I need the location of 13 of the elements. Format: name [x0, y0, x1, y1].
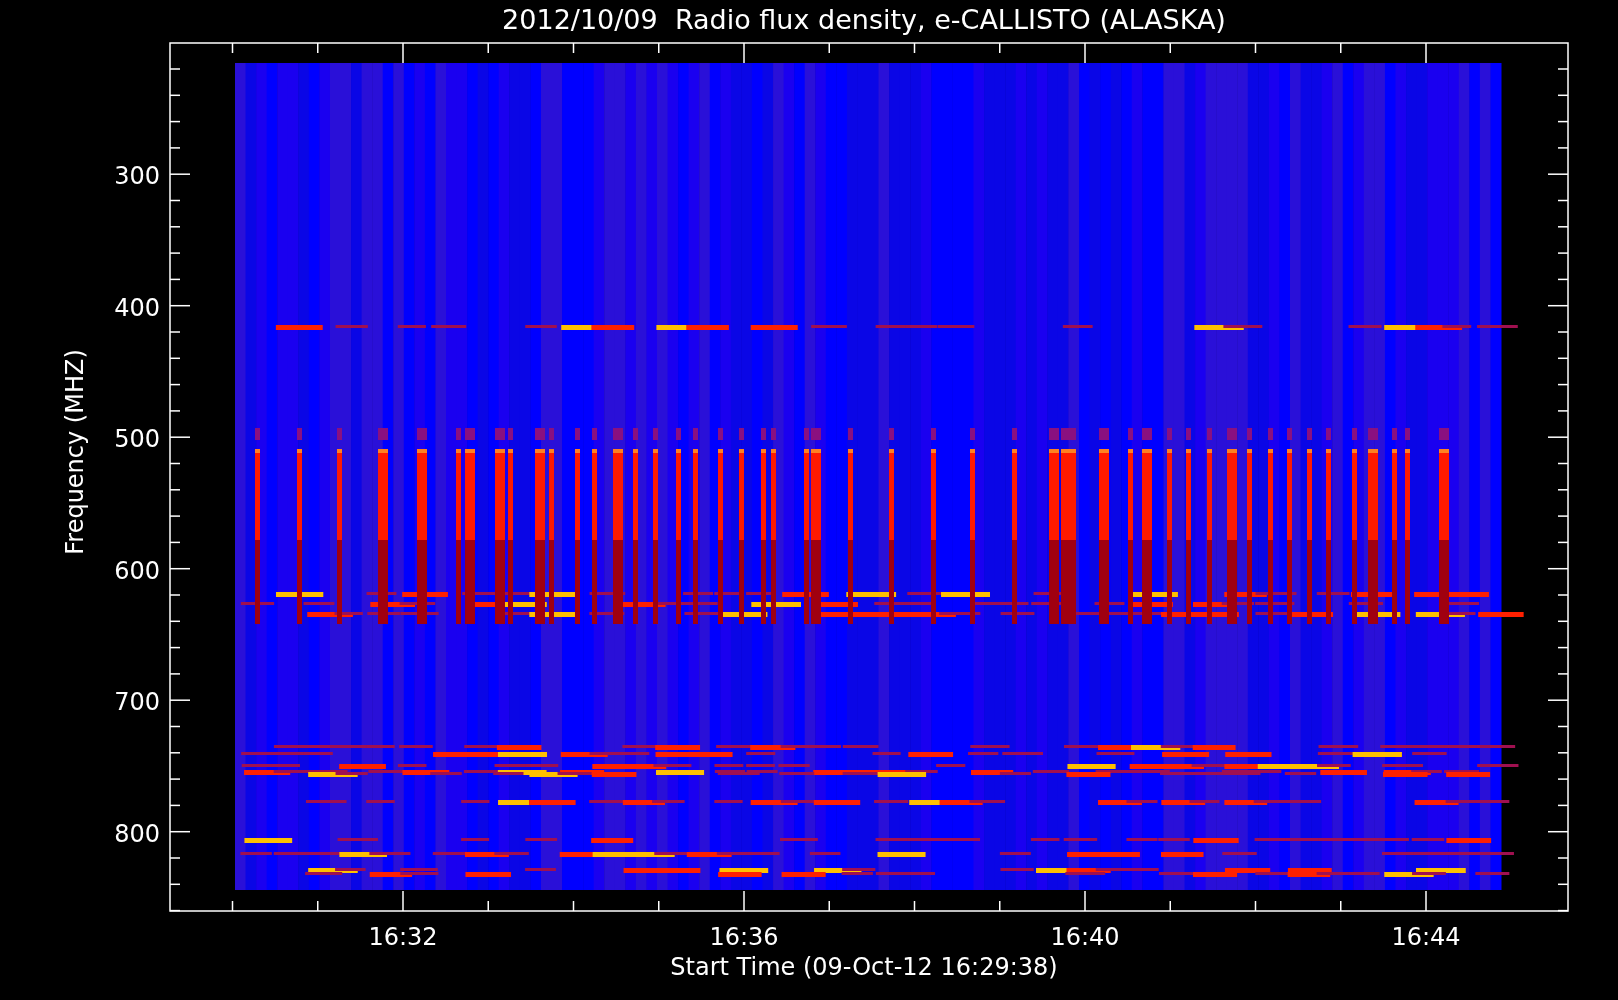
- tick-label: 16:44: [1391, 923, 1461, 951]
- axis-label: Start Time (09-Oct-12 16:29:38): [670, 953, 1058, 981]
- tick-label: 16:32: [368, 923, 438, 951]
- tick-label: 16:36: [709, 923, 779, 951]
- tick-label: 16:40: [1050, 923, 1120, 951]
- tick-label: 300: [114, 162, 160, 190]
- tick-label: 600: [114, 556, 160, 585]
- tick-label: 800: [114, 819, 160, 848]
- tick-label: 700: [114, 688, 160, 716]
- tick-label: 400: [114, 293, 160, 322]
- chart-title: 2012/10/09 Radio flux density, e-CALLISTO (ALASKA): [502, 4, 1226, 35]
- axis-label: Frequency (MHZ): [61, 349, 89, 555]
- tick-label: 500: [114, 425, 160, 453]
